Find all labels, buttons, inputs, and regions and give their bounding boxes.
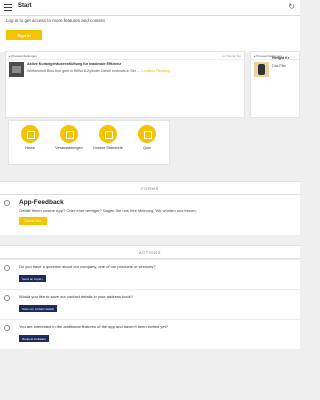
feedback-text: Gefällt Ihnen unsere App? Oder eher weni… <box>19 208 197 213</box>
submit-now-button[interactable]: Submit Now <box>19 217 47 225</box>
tile-label: Veranstaltungen <box>55 146 83 150</box>
calendar-icon <box>60 125 78 143</box>
tile-quiz[interactable]: Quiz <box>129 125 165 151</box>
divider <box>6 59 244 60</box>
tile-label: Quiz <box>143 146 151 150</box>
tile-news[interactable]: News <box>12 125 48 151</box>
location-icon <box>99 125 117 143</box>
invitation-icon <box>4 325 10 331</box>
request-invitation-button[interactable]: Request invitation <box>19 335 49 342</box>
contact-icon <box>4 295 10 301</box>
card-text: Das Filte <box>272 64 287 68</box>
action-text: Do you have a question about our company… <box>19 264 156 269</box>
top-bar: Start ↻ <box>0 0 300 16</box>
action-text: You are interested in the additional fea… <box>19 324 168 329</box>
actions-section-heading: ACTIONS <box>0 245 300 259</box>
tile-label: Unsere Standorte <box>93 146 123 150</box>
feedback-panel: App-Feedback Gefällt Ihnen unsere App? O… <box>0 195 300 235</box>
news-card[interactable]: ▸ Pressemitteilungen vor Monat Tag Aktiv… <box>5 51 245 118</box>
card-title: Hengst Kr <box>272 56 290 60</box>
login-text: Log in to get access to more features an… <box>6 18 105 23</box>
question-icon <box>4 265 10 271</box>
action-row-contact: Would you like to save our contact detai… <box>0 290 300 320</box>
action-row-invitation: You are interested in the additional fea… <box>0 320 300 350</box>
news-icon <box>21 125 39 143</box>
quick-tiles: News Veranstaltungen Unsere Standorte Qu… <box>8 120 170 165</box>
card-title: Aktive Kurbelgehäuseentlüftung für maxim… <box>27 62 122 66</box>
card-category: ▸ Pressemitteilungen <box>9 54 37 58</box>
card-excerpt: Weltneuheit Bluo.tron geht in BMW 6-Zyli… <box>27 69 140 73</box>
login-panel: Log in to get access to more features an… <box>0 16 300 52</box>
refresh-icon[interactable]: ↻ <box>288 3 295 11</box>
card-text: Weltneuheit Bluo.tron geht in BMW 6-Zyli… <box>27 69 170 73</box>
news-thumbnail <box>254 62 269 77</box>
news-card[interactable]: ▸ Pressemitteilungen Hengst Kr Das Filte <box>250 51 300 118</box>
forms-section-heading: FORMS <box>0 181 300 195</box>
quiz-icon <box>138 125 156 143</box>
action-text: Would you like to save our contact detai… <box>19 294 133 299</box>
card-time: vor Monat Tag <box>222 54 241 58</box>
tile-label: News <box>25 146 35 150</box>
page-title: Start <box>18 3 32 9</box>
feedback-title: App-Feedback <box>19 199 64 206</box>
send-inquiry-button[interactable]: Send an inquiry <box>19 275 46 282</box>
feedback-icon <box>4 200 10 206</box>
continue-reading-link[interactable]: Continue Reading <box>141 69 170 73</box>
hamburger-icon[interactable] <box>4 4 12 11</box>
sign-in-button[interactable]: Sign in <box>6 30 42 40</box>
news-thumbnail <box>9 62 24 77</box>
save-contact-button[interactable]: Save our contact details <box>19 305 58 312</box>
tile-events[interactable]: Veranstaltungen <box>51 125 87 151</box>
tile-locations[interactable]: Unsere Standorte <box>90 125 126 151</box>
action-row-inquiry: Do you have a question about our company… <box>0 260 300 290</box>
